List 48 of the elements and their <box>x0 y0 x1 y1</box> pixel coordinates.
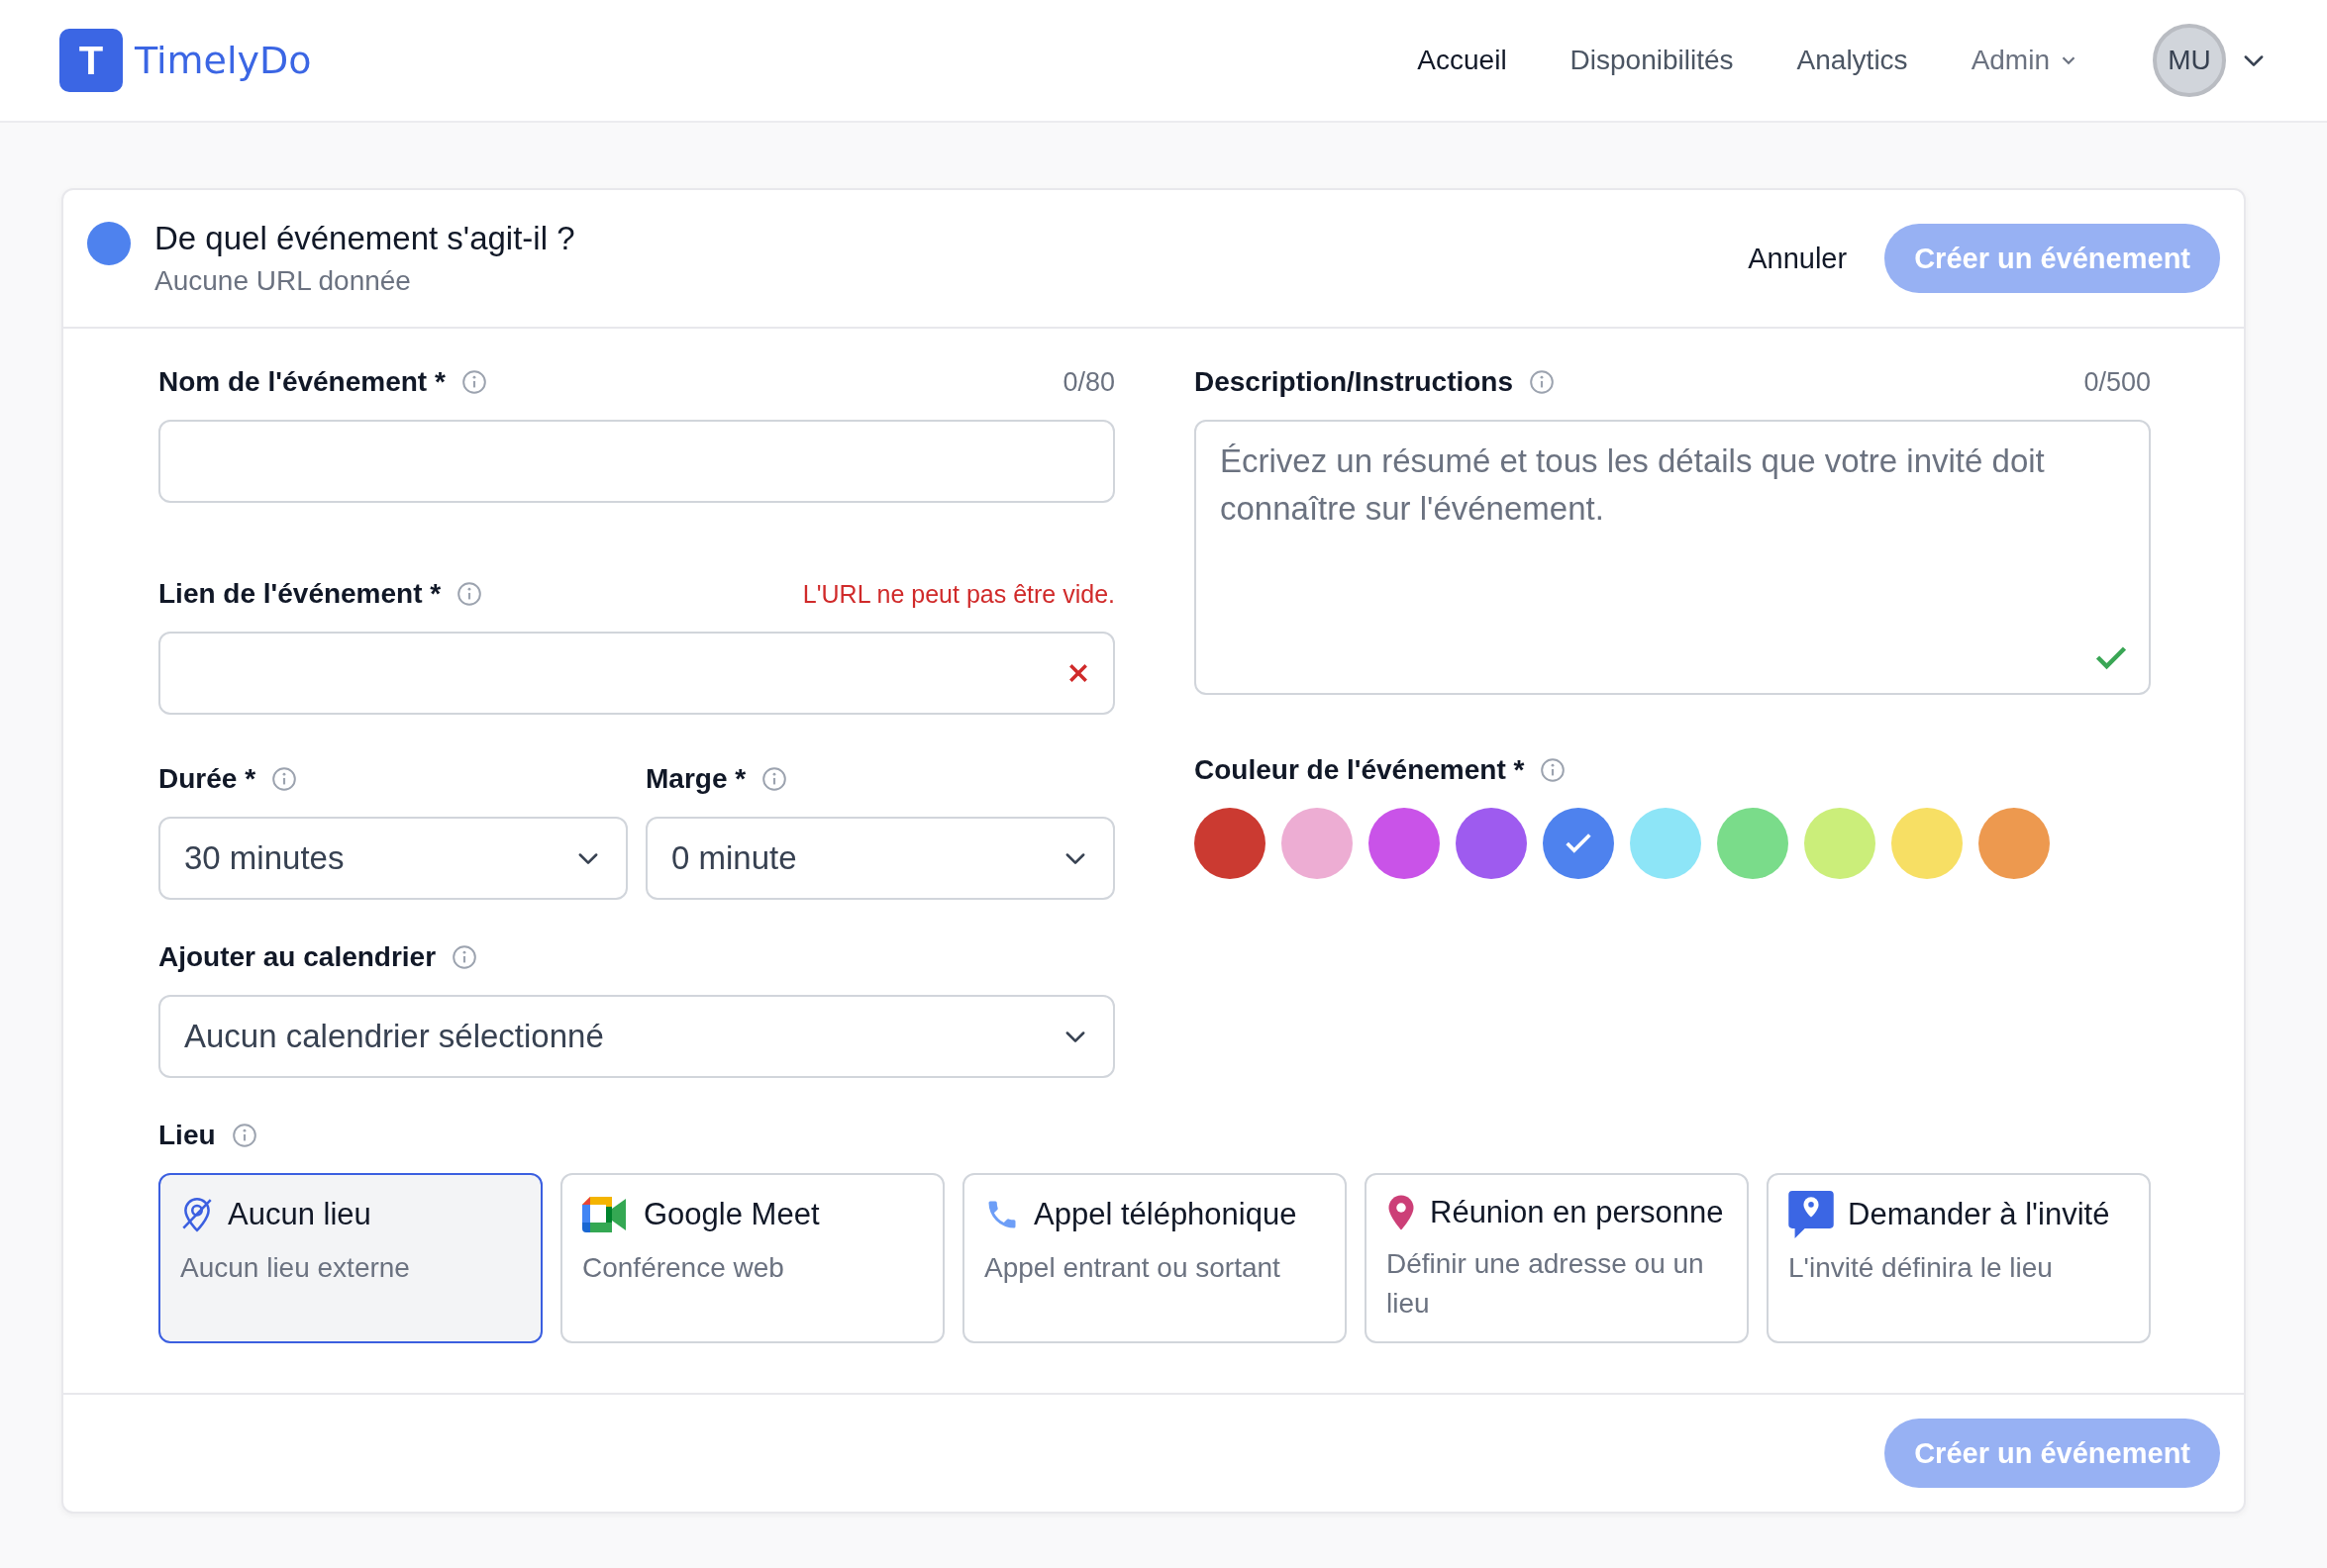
map-pin-icon <box>1386 1194 1416 1231</box>
select-field[interactable]: 0 minute <box>646 817 1115 900</box>
field-label: Couleur de l'événement * <box>1194 754 1525 786</box>
input-field[interactable] <box>158 420 1115 503</box>
field-label: Nom de l'événement * <box>158 366 446 398</box>
user-avatar[interactable]: MU <box>2153 24 2226 97</box>
select-field[interactable]: Aucun calendrier sélectionné <box>158 995 1115 1078</box>
select-value: 30 minutes <box>184 839 345 877</box>
info-icon[interactable] <box>460 369 487 395</box>
crossed-pin-icon <box>180 1196 214 1233</box>
info-icon[interactable] <box>761 766 788 792</box>
cancel-button[interactable]: Annuler <box>1742 241 1854 276</box>
info-icon[interactable] <box>1529 369 1556 395</box>
field-label: Lien de l'événement * <box>158 578 442 610</box>
nav-link[interactable]: Accueil <box>1417 45 1507 76</box>
info-icon[interactable] <box>271 766 298 792</box>
select-field[interactable]: 30 minutes <box>158 817 628 900</box>
event-title: De quel événement s'agit-il ? <box>154 220 575 257</box>
nav-link[interactable]: Analytics <box>1796 45 1908 76</box>
location-option[interactable]: Demander à l'invité L'invité définira le lieu <box>1767 1173 2151 1343</box>
input-field[interactable] <box>158 632 1115 715</box>
info-icon[interactable] <box>1540 757 1567 783</box>
info-icon[interactable] <box>456 581 483 607</box>
field-label: Ajouter au calendrier <box>158 941 437 973</box>
event-url: Aucune URL donnée <box>154 265 412 297</box>
error-x-icon <box>1067 662 1089 684</box>
logo-icon[interactable]: T <box>59 29 123 92</box>
nav-link[interactable]: Disponibilités <box>1569 45 1734 76</box>
location-option[interactable]: Google Meet Conférence web <box>560 1173 945 1343</box>
select-value: Aucun calendrier sélectionné <box>184 1018 604 1055</box>
location-option[interactable]: Réunion en personne Définir une adresse ou un lieu <box>1365 1173 1749 1343</box>
char-counter: 0/80 <box>1062 366 1115 398</box>
field-label: Marge * <box>646 763 747 795</box>
select-value: 0 minute <box>671 839 797 877</box>
event-dot <box>87 222 131 265</box>
info-icon[interactable] <box>452 944 478 970</box>
location-option[interactable]: Aucun lieu Aucun lieu externe <box>158 1173 543 1343</box>
description-field[interactable]: Écrivez un résumé et tous les détails que votre invité doit connaître sur l'événement. <box>1194 420 2151 695</box>
field-label: Lieu <box>158 1120 216 1151</box>
chat-pin-icon <box>1788 1191 1834 1238</box>
char-counter: 0/500 <box>2083 366 2151 398</box>
error-message: L'URL ne peut pas être vide. <box>802 579 1115 609</box>
field-label: Durée * <box>158 763 256 795</box>
brand-name[interactable]: TimelyDo <box>135 39 312 82</box>
field-label: Description/Instructions <box>1194 366 1514 398</box>
location-option[interactable]: Appel téléphonique Appel entrant ou sortant <box>962 1173 1347 1343</box>
info-icon[interactable] <box>231 1123 257 1148</box>
nav-link[interactable]: Admin <box>1971 45 2079 76</box>
